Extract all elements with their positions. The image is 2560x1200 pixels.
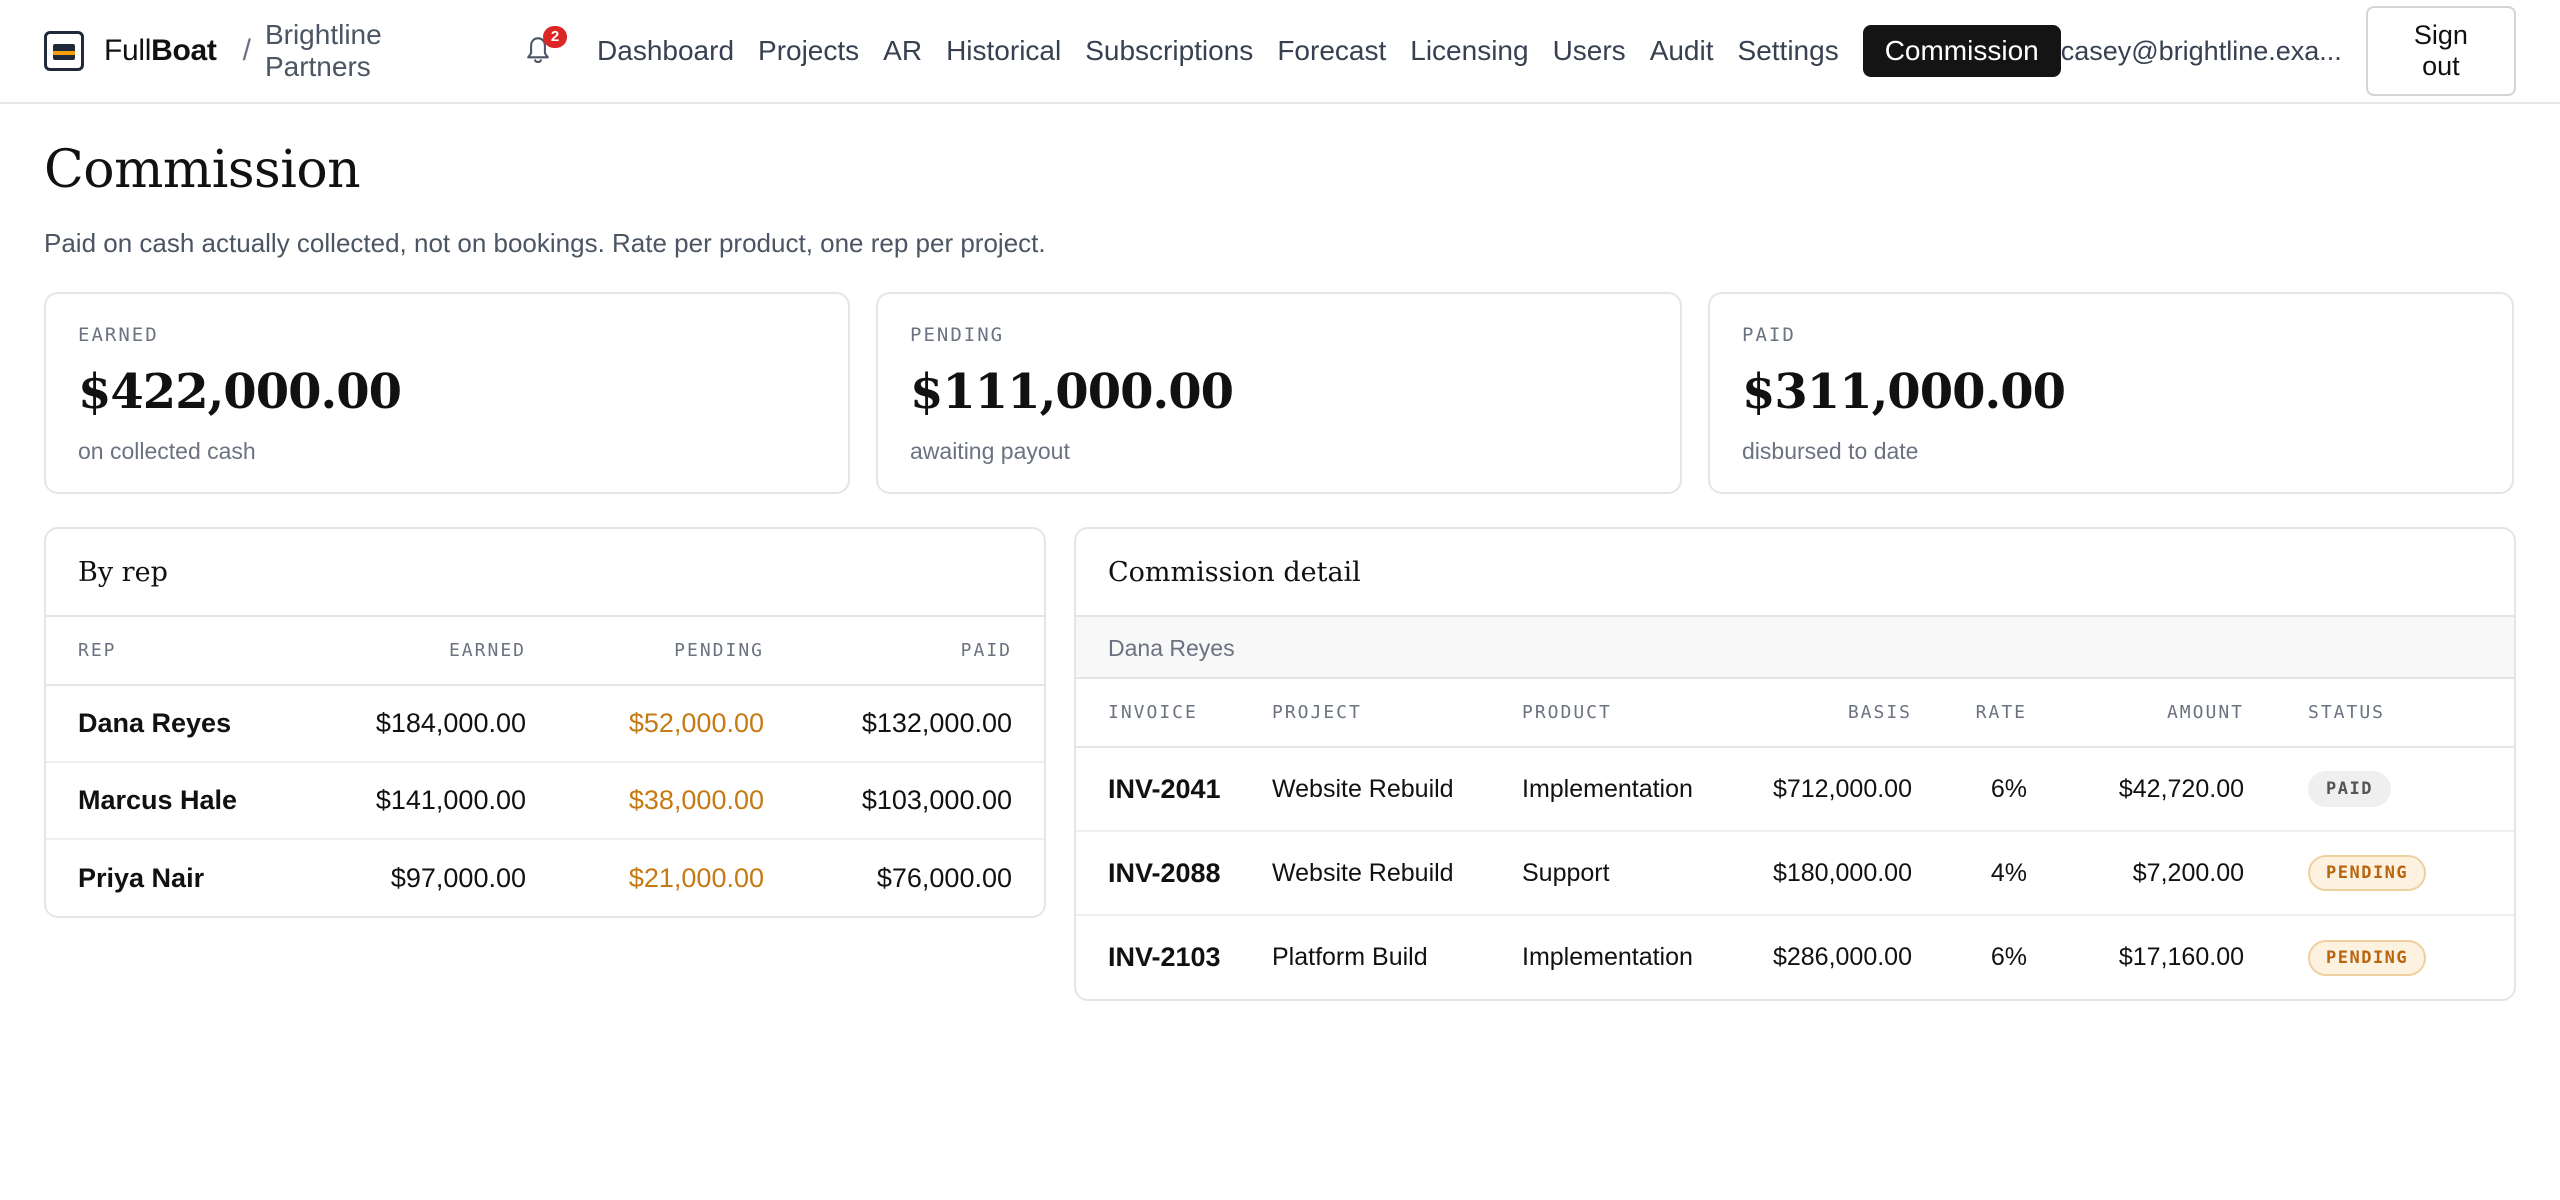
stat-label: EARNED [78,324,159,346]
panel-title: By rep [46,529,1044,617]
commission-rate: 6% [1912,747,2027,832]
column-header-invoice: INVOICE [1076,679,1272,748]
notification-count-badge: 2 [543,26,568,48]
stat-note: disbursed to date [1742,438,1919,464]
rep-earned: $184,000.00 [286,685,526,763]
nav-commission[interactable]: Commission [1862,25,2061,77]
column-header-product: PRODUCT [1522,679,1722,748]
table-row[interactable]: INV-2088 Website Rebuild Support $180,00… [1076,831,2514,916]
nav-ar[interactable]: AR [883,35,922,67]
column-header-amount: AMOUNT [2027,679,2244,748]
nav-dashboard[interactable]: Dashboard [597,35,734,67]
column-header-status: STATUS [2244,679,2514,748]
organization-name[interactable]: Brightline Partners [265,19,493,83]
table-row[interactable]: Dana Reyes $184,000.00 $52,000.00 $132,0… [46,685,1044,763]
user-email[interactable]: casey@brightline.exa... [2061,36,2342,67]
brand-name-bold: Boat [151,34,217,67]
rep-pending: $38,000.00 [526,762,764,840]
commission-detail-panel: Commission detail Dana Reyes INVOICE PRO… [1074,527,2516,1001]
rep-paid: $103,000.00 [764,762,1044,840]
fullboat-logo-icon[interactable] [44,31,84,71]
nav-settings[interactable]: Settings [1738,35,1839,67]
table-row[interactable]: Priya Nair $97,000.00 $21,000.00 $76,000… [46,839,1044,916]
basis-amount: $712,000.00 [1722,747,1912,832]
stat-note: awaiting payout [910,438,1070,464]
basis-amount: $286,000.00 [1772,943,1912,971]
status-badge: PENDING [2308,939,2427,976]
top-navigation-bar: FullBoat / Brightline Partners 2 Dashboa… [0,0,2560,104]
commission-amount: $42,720.00 [2027,747,2244,832]
basis-amount: $180,000.00 [1722,831,1912,916]
rep-name: Dana Reyes [46,685,286,763]
product-name: Implementation [1522,747,1722,832]
by-rep-panel: By rep REP EARNED PENDING PAID Dana Reye… [44,527,1046,918]
brand-name-light: Full [104,34,152,67]
paid-stat-card: PAID $311,000.00 disbursed to date [1708,292,2514,494]
pending-stat-card: PENDING $111,000.00 awaiting payout [876,292,1682,494]
project-name: Website Rebuild [1272,747,1522,832]
brand-name[interactable]: FullBoat [104,34,217,68]
project-name: Platform Build [1272,943,1428,971]
column-header-earned: EARNED [286,617,526,686]
product-name: Implementation [1522,943,1693,971]
table-row[interactable]: INV-2103 Platform Build Implementation $… [1076,915,2514,999]
invoice-id[interactable]: INV-2041 [1076,747,1272,832]
by-rep-table: REP EARNED PENDING PAID Dana Reyes $184,… [46,617,1044,916]
column-header-rate: RATE [1912,679,2027,748]
table-row[interactable]: INV-2041 Website Rebuild Implementation … [1076,747,2514,832]
invoice-id[interactable]: INV-2088 [1076,831,1272,916]
rep-pending: $52,000.00 [526,685,764,763]
breadcrumb-separator: / [242,34,251,67]
column-header-basis: BASIS [1722,679,1912,748]
rep-pending: $21,000.00 [628,862,764,893]
rep-paid: $76,000.00 [876,862,1012,893]
status-badge: PAID [2308,771,2391,807]
column-header-paid: PAID [764,617,1044,686]
rep-name: Marcus Hale [46,762,286,840]
main-nav: Dashboard Projects AR Historical Subscri… [573,25,2061,77]
rep-earned: $141,000.00 [286,762,526,840]
status-cell: PAID [2244,747,2514,832]
sign-out-button[interactable]: Sign out [2365,6,2516,96]
nav-users[interactable]: Users [1553,35,1626,67]
nav-audit[interactable]: Audit [1650,35,1714,67]
commission-amount: $7,200.00 [2027,831,2244,916]
column-header-project: PROJECT [1272,679,1522,748]
earned-stat-card: EARNED $422,000.00 on collected cash [44,292,850,494]
status-badge: PENDING [2308,855,2427,891]
status-cell: PENDING [2244,831,2514,916]
project-name: Website Rebuild [1272,831,1522,916]
page-subtitle: Paid on cash actually collected, not on … [44,228,1046,258]
column-header-rep: REP [46,617,286,686]
commission-detail-table: INVOICE PROJECT PRODUCT BASIS RATE AMOUN… [1076,679,2514,999]
stat-value: $422,000.00 [78,364,402,420]
commission-amount: $17,160.00 [2118,943,2244,971]
stat-label: PENDING [910,324,1005,346]
nav-subscriptions[interactable]: Subscriptions [1085,35,1253,67]
stat-note: on collected cash [78,438,256,464]
notifications-button[interactable]: 2 [523,26,568,68]
table-header-row: REP EARNED PENDING PAID [46,617,1044,686]
product-name: Support [1522,831,1722,916]
rep-name: Priya Nair [78,862,205,893]
nav-projects[interactable]: Projects [758,35,859,67]
rep-paid: $132,000.00 [764,685,1044,763]
commission-rate: 4% [1912,831,2027,916]
table-row[interactable]: Marcus Hale $141,000.00 $38,000.00 $103,… [46,762,1044,840]
status-cell: PENDING [2244,915,2514,999]
rep-earned: $97,000.00 [390,862,526,893]
nav-historical[interactable]: Historical [946,35,1061,67]
nav-forecast[interactable]: Forecast [1277,35,1386,67]
column-header-pending: PENDING [526,617,764,686]
commission-rate: 6% [1990,943,2027,971]
page-title: Commission [44,140,361,200]
invoice-id[interactable]: INV-2103 [1076,915,1272,999]
stat-label: PAID [1742,324,1796,346]
rep-group-header: Dana Reyes [1076,617,2514,679]
stat-value: $111,000.00 [910,364,1234,420]
stat-value: $311,000.00 [1742,364,2066,420]
table-header-row: INVOICE PROJECT PRODUCT BASIS RATE AMOUN… [1076,679,2514,748]
nav-licensing[interactable]: Licensing [1410,35,1528,67]
panel-title: Commission detail [1076,529,2514,617]
